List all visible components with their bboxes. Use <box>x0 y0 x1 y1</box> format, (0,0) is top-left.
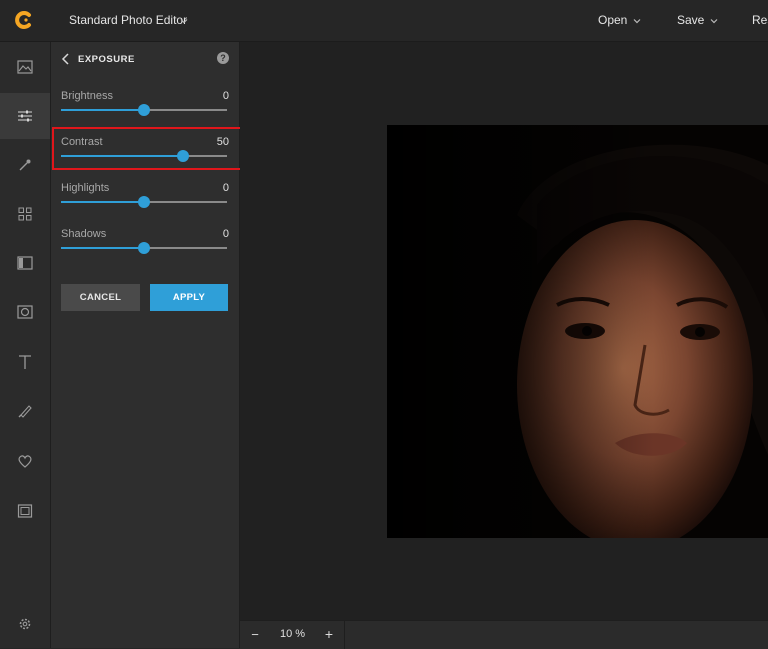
slider-thumb[interactable] <box>138 104 150 116</box>
open-menu[interactable]: Open <box>598 13 627 27</box>
text-tool-button[interactable] <box>0 339 50 385</box>
reset-menu[interactable]: Res <box>752 13 768 27</box>
top-bar: Standard Photo Editor Open Save Res <box>0 0 768 42</box>
slider-label: Highlights <box>61 182 110 194</box>
frames-tool-button[interactable] <box>0 488 50 534</box>
grid-icon <box>18 207 32 221</box>
app-title[interactable]: Standard Photo Editor <box>69 13 187 27</box>
frame-split-icon <box>17 256 33 270</box>
divider <box>344 621 345 649</box>
adjust-tool-button[interactable] <box>0 93 50 139</box>
chevron-down-icon[interactable] <box>632 16 642 26</box>
stickers-tool-button[interactable] <box>0 438 50 484</box>
sliders-icon <box>18 110 32 122</box>
help-icon[interactable]: ? <box>217 52 229 64</box>
slider-thumb[interactable] <box>138 242 150 254</box>
portrait-image <box>387 125 768 538</box>
shadows-slider: Shadows 0 <box>61 228 229 268</box>
canvas-area <box>240 42 768 620</box>
slider-label: Shadows <box>61 228 107 240</box>
save-menu[interactable]: Save <box>677 13 704 27</box>
heart-icon <box>18 455 32 468</box>
tool-sidebar <box>0 42 51 648</box>
slider-value: 0 <box>222 182 229 194</box>
settings-button[interactable] <box>0 601 50 647</box>
zoom-in-button[interactable]: + <box>323 626 335 642</box>
overlay-tool-button[interactable] <box>0 240 50 286</box>
slider-thumb[interactable] <box>138 196 150 208</box>
image-icon <box>17 60 33 74</box>
slider-track[interactable] <box>61 242 227 254</box>
layout-tool-button[interactable] <box>0 191 50 237</box>
text-icon <box>19 355 31 369</box>
panel-header: EXPOSURE ? <box>51 42 239 76</box>
slider-value: 0 <box>222 90 229 102</box>
image-tool-button[interactable] <box>0 44 50 90</box>
brightness-slider: Brightness 0 <box>61 90 229 130</box>
slider-value: 0 <box>222 228 229 240</box>
chevron-down-icon[interactable] <box>179 16 189 26</box>
slider-fill <box>61 109 144 111</box>
app-logo-icon[interactable] <box>14 10 34 30</box>
chevron-down-icon[interactable] <box>709 16 719 26</box>
zoom-bar: − 10 % + <box>240 620 768 649</box>
back-arrow-icon[interactable] <box>60 52 72 66</box>
highlights-slider: Highlights 0 <box>61 182 229 222</box>
apply-button[interactable]: APPLY <box>150 284 228 311</box>
cancel-button[interactable]: CANCEL <box>61 284 140 311</box>
vignette-tool-button[interactable] <box>0 289 50 335</box>
slider-label: Brightness <box>61 90 113 102</box>
contrast-highlight-box <box>52 127 242 170</box>
settings-icon <box>19 618 31 630</box>
brush-icon <box>18 405 32 418</box>
vignette-icon <box>17 305 33 319</box>
slider-fill <box>61 247 144 249</box>
zoom-out-button[interactable]: − <box>249 627 261 642</box>
photo-canvas[interactable] <box>387 125 768 538</box>
slider-fill <box>61 201 144 203</box>
slider-track[interactable] <box>61 104 227 116</box>
effects-tool-button[interactable] <box>0 142 50 188</box>
panel-title: EXPOSURE <box>78 54 135 65</box>
magic-wand-icon <box>19 159 31 171</box>
draw-tool-button[interactable] <box>0 388 50 434</box>
border-icon <box>17 504 33 518</box>
zoom-level: 10 % <box>280 628 306 640</box>
slider-track[interactable] <box>61 196 227 208</box>
